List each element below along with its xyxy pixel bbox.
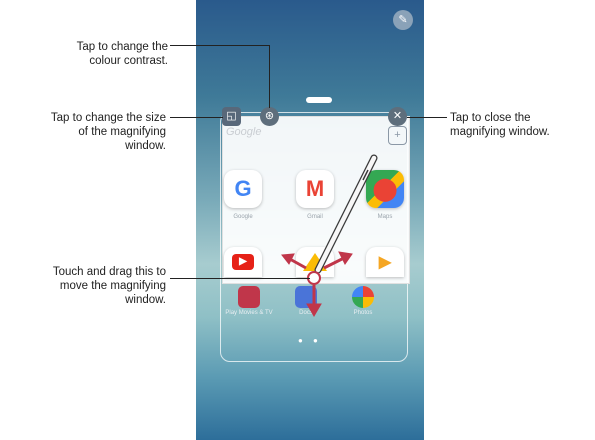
callout-drag: Touch and drag this to move the magnifyi… [52, 266, 166, 306]
leader-line-close [407, 117, 447, 118]
leader-line-size [170, 117, 223, 118]
leader-line-contrast [170, 45, 270, 46]
callout-size: Tap to change the size of the magnifying… [50, 112, 166, 152]
leader-line-drag [170, 278, 310, 279]
callout-close: Tap to close the magnifying window. [450, 112, 550, 138]
leader-line-contrast-v [269, 45, 270, 108]
callout-contrast: Tap to change the colour contrast. [76, 41, 168, 67]
